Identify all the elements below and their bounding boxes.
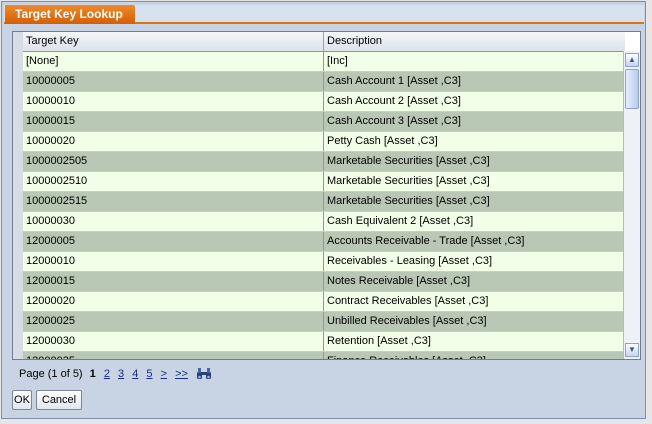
page-current: 1 bbox=[89, 368, 96, 380]
cell-target-key: 1000002505 bbox=[23, 152, 324, 171]
cell-target-key: 10000015 bbox=[23, 112, 324, 131]
ok-button[interactable]: OK bbox=[12, 390, 32, 410]
scroll-up-icon[interactable]: ▲ bbox=[625, 53, 639, 67]
cell-description: Unbilled Receivables [Asset ,C3] bbox=[327, 315, 487, 327]
cell-description: Petty Cash [Asset ,C3] bbox=[327, 135, 438, 147]
table-row[interactable]: 10000020 Petty Cash [Asset ,C3] bbox=[23, 132, 625, 152]
table-row[interactable]: 10000015 Cash Account 3 [Asset ,C3] bbox=[23, 112, 625, 132]
cell-target-key: 12000010 bbox=[23, 252, 324, 271]
title-bar: Target Key Lookup bbox=[4, 5, 644, 24]
window-title: Target Key Lookup bbox=[5, 5, 135, 24]
table-row[interactable]: 10000005 Cash Account 1 [Asset ,C3] bbox=[23, 72, 625, 92]
cell-target-key: 10000020 bbox=[23, 132, 324, 151]
cell-description: Cash Account 1 [Asset ,C3] bbox=[327, 75, 461, 87]
cell-target-key: 12000015 bbox=[23, 272, 324, 291]
page-link-5[interactable]: 5 bbox=[146, 368, 152, 380]
cell-target-key: 12000035 bbox=[23, 352, 324, 359]
table-row[interactable]: 1000002515 Marketable Securities [Asset ,… bbox=[23, 192, 625, 212]
table-row[interactable]: 12000010 Receivables - Leasing [Asset ,C3… bbox=[23, 252, 625, 272]
cell-target-key: 12000020 bbox=[23, 292, 324, 311]
scroll-thumb[interactable] bbox=[625, 69, 639, 109]
vertical-scrollbar[interactable]: ▲ ▼ bbox=[623, 51, 640, 359]
table-row[interactable]: 12000025 Unbilled Receivables [Asset ,C3] bbox=[23, 312, 625, 332]
grid-header: Target Key Description bbox=[23, 32, 625, 52]
cell-description: Marketable Securities [Asset ,C3] bbox=[327, 155, 490, 167]
lookup-grid: Target Key Description [None] [Inc] 100000… bbox=[12, 31, 641, 360]
table-row[interactable]: [None] [Inc] bbox=[23, 52, 625, 72]
cell-target-key: 12000005 bbox=[23, 232, 324, 251]
column-header-target-key[interactable]: Target Key bbox=[23, 32, 324, 51]
cell-description: Retention [Asset ,C3] bbox=[327, 335, 431, 347]
pager: Page (1 of 5) 1 2 3 4 5 > >> bbox=[19, 365, 212, 383]
cell-target-key: 10000030 bbox=[23, 212, 324, 231]
table-row[interactable]: 1000002505 Marketable Securities [Asset ,… bbox=[23, 152, 625, 172]
cell-description: Cash Account 3 [Asset ,C3] bbox=[327, 115, 461, 127]
cell-description: [Inc] bbox=[327, 55, 348, 67]
table-row[interactable]: 12000035Finance Receivables [Asset ,C3] bbox=[23, 352, 625, 359]
cell-target-key: 10000010 bbox=[23, 92, 324, 111]
cell-description: Receivables - Leasing [Asset ,C3] bbox=[327, 255, 493, 267]
table-row[interactable]: 10000030 Cash Equivalent 2 [Asset ,C3] bbox=[23, 212, 625, 232]
lookup-window: Target Key Lookup Target Key Description… bbox=[1, 1, 646, 419]
table-row[interactable]: 12000030 Retention [Asset ,C3] bbox=[23, 332, 625, 352]
page-link-2[interactable]: 2 bbox=[104, 368, 110, 380]
table-row[interactable]: 12000005 Accounts Receivable - Trade [Ass… bbox=[23, 232, 625, 252]
cell-target-key: [None] bbox=[23, 52, 324, 71]
cell-description: Cash Account 2 [Asset ,C3] bbox=[327, 95, 461, 107]
page-label: Page (1 of 5) bbox=[19, 368, 83, 380]
cell-description: Contract Receivables [Asset ,C3] bbox=[327, 295, 489, 307]
cell-target-key: 1000002515 bbox=[23, 192, 324, 211]
cell-description: Cash Equivalent 2 [Asset ,C3] bbox=[327, 215, 474, 227]
column-header-description[interactable]: Description bbox=[324, 32, 625, 51]
page-last-link[interactable]: >> bbox=[175, 368, 188, 380]
binoculars-icon[interactable] bbox=[196, 367, 212, 381]
page-link-4[interactable]: 4 bbox=[132, 368, 138, 380]
cell-target-key: 10000005 bbox=[23, 72, 324, 91]
grid-rows: [None] [Inc] 10000005 Cash Account 1 [Asset… bbox=[23, 52, 625, 359]
cell-target-key: 1000002510 bbox=[23, 172, 324, 191]
cell-description: Finance Receivables [Asset ,C3] bbox=[324, 352, 625, 359]
scroll-down-icon[interactable]: ▼ bbox=[625, 343, 639, 357]
table-row[interactable]: 1000002510 Marketable Securities [Asset ,… bbox=[23, 172, 625, 192]
page-next-link[interactable]: > bbox=[161, 368, 167, 380]
cancel-button[interactable]: Cancel bbox=[36, 390, 82, 410]
cell-target-key: 12000030 bbox=[23, 332, 324, 351]
page-link-3[interactable]: 3 bbox=[118, 368, 124, 380]
table-row[interactable]: 12000015 Notes Receivable [Asset ,C3] bbox=[23, 272, 625, 292]
cell-description: Accounts Receivable - Trade [Asset ,C3] bbox=[327, 235, 525, 247]
cell-target-key: 12000025 bbox=[23, 312, 324, 331]
table-row[interactable]: 12000020 Contract Receivables [Asset ,C3] bbox=[23, 292, 625, 312]
cell-description: Notes Receivable [Asset ,C3] bbox=[327, 275, 471, 287]
cell-description: Marketable Securities [Asset ,C3] bbox=[327, 175, 490, 187]
cell-description: Marketable Securities [Asset ,C3] bbox=[327, 195, 490, 207]
table-row[interactable]: 10000010 Cash Account 2 [Asset ,C3] bbox=[23, 92, 625, 112]
